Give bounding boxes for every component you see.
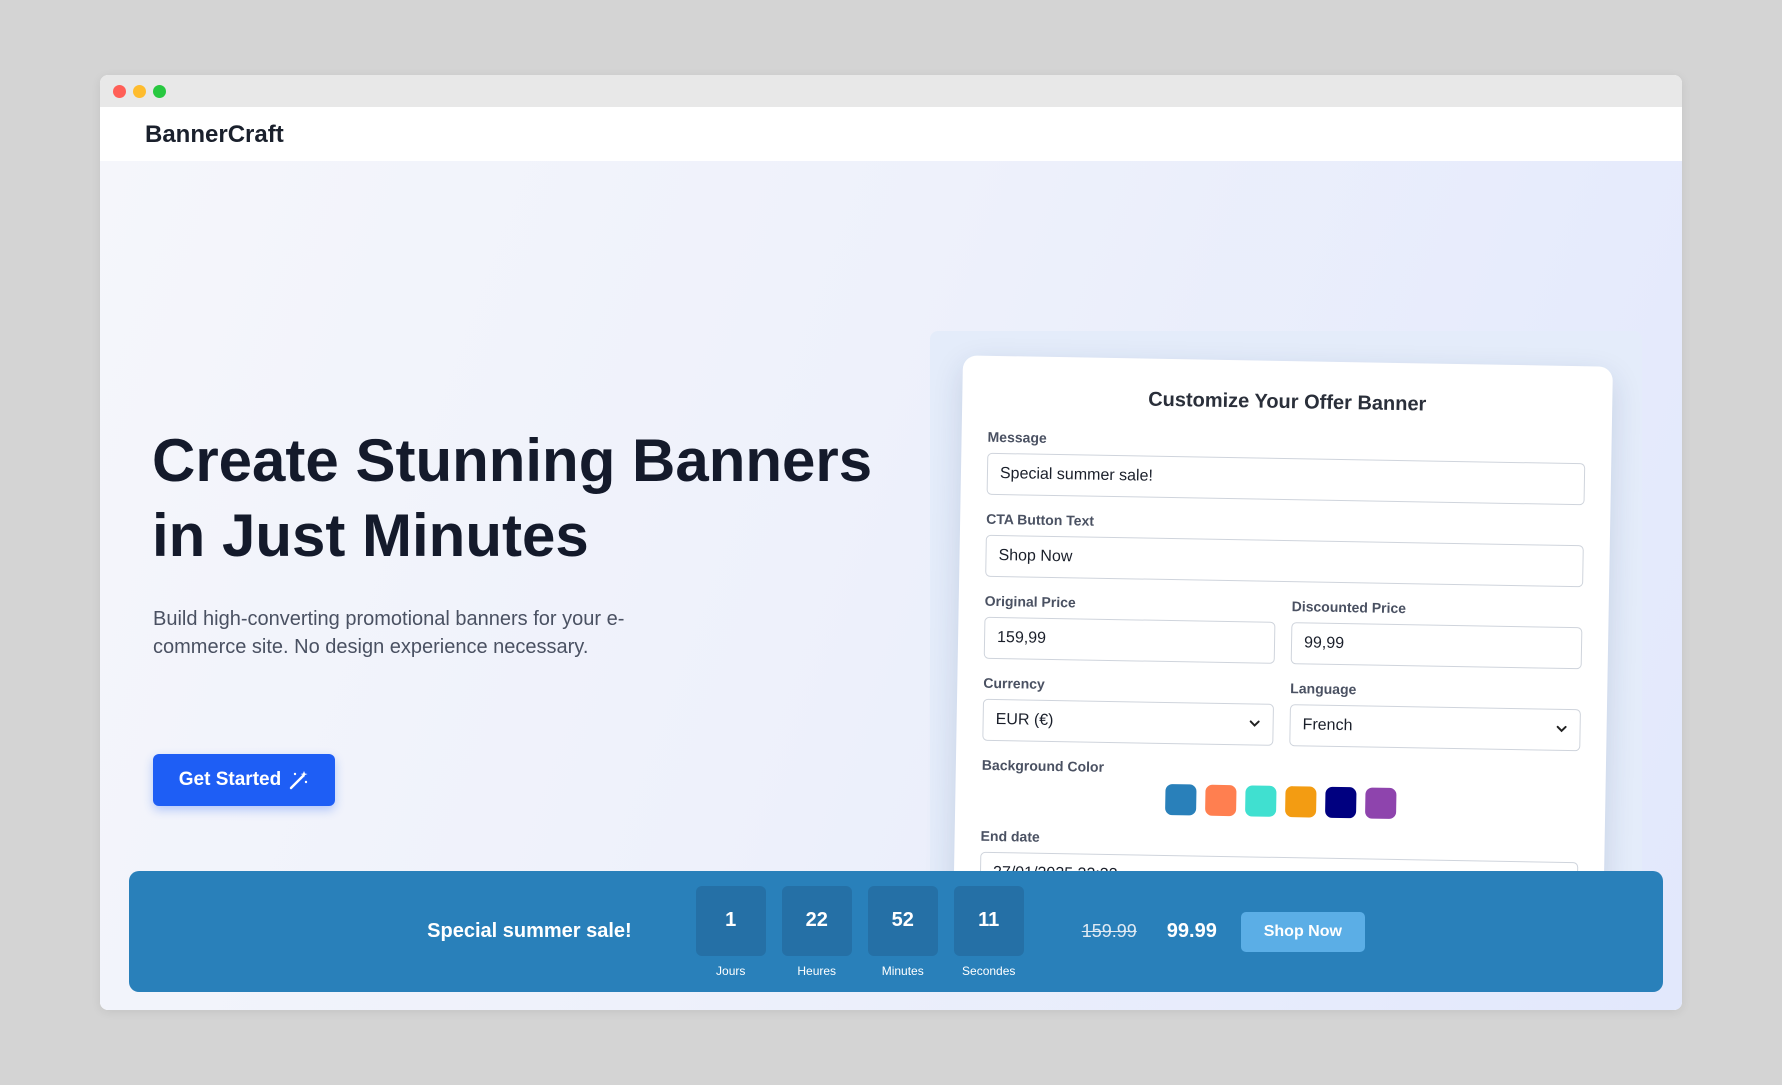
timer-minutes: 52 Minutes (867, 885, 938, 978)
discounted-price-label: Discounted Price (1291, 598, 1407, 617)
message-input[interactable]: Special summer sale! (986, 452, 1586, 506)
banner-message: Special summer sale! (427, 920, 632, 942)
currency-select[interactable]: EUR (€) (982, 698, 1274, 746)
swatch-turquoise[interactable] (1244, 785, 1277, 817)
timer-days-value: 1 (695, 885, 766, 956)
swatch-navy[interactable] (1324, 786, 1357, 819)
timer-days: 1 Jours (695, 885, 766, 978)
hero-title: Create Stunning Banners in Just Minutes (152, 427, 873, 569)
get-started-button[interactable]: Get Started (153, 754, 335, 806)
original-price-strikethrough: 159.99 (1081, 921, 1137, 941)
cta-text-label: CTA Button Text (986, 510, 1095, 529)
language-select[interactable]: French (1289, 704, 1581, 752)
currency-value: EUR (€) (995, 710, 1054, 730)
original-price-value: 159,99 (996, 629, 1047, 647)
swatch-coral[interactable] (1204, 784, 1237, 817)
timer-seconds-label: Secondes (962, 963, 1016, 978)
color-swatches (981, 781, 1579, 822)
original-price-label: Original Price (984, 592, 1076, 611)
brand-logo[interactable]: BannerCraft (145, 121, 284, 149)
discounted-price-value: 99,99 (1303, 634, 1345, 653)
chevron-down-icon (1249, 720, 1260, 727)
timer-seconds: 11 Secondes (953, 885, 1024, 978)
end-date-label: End date (980, 827, 1040, 845)
minimize-window-dot[interactable] (133, 85, 146, 98)
timer-hours: 22 Heures (781, 885, 852, 978)
maximize-window-dot[interactable] (153, 85, 166, 98)
discounted-price-input[interactable]: 99,99 (1290, 622, 1583, 670)
magic-wand-icon (290, 771, 308, 790)
shop-now-button[interactable]: Shop Now (1240, 911, 1365, 952)
form-title: Customize Your Offer Banner (1147, 388, 1427, 416)
browser-window: BannerCraft Create Stunning Banners in J… (100, 75, 1682, 1010)
timer-days-label: Jours (716, 963, 746, 978)
swatch-purple[interactable] (1364, 787, 1397, 819)
customize-form-card: Customize Your Offer Banner Message Spec… (953, 355, 1613, 937)
original-price-input[interactable]: 159,99 (983, 616, 1276, 664)
offer-banner-preview: Special summer sale! 1 Jours 22 Heures 5… (129, 871, 1663, 992)
timer-hours-label: Heures (797, 963, 837, 978)
window-titlebar (100, 75, 1682, 107)
timer-hours-value: 22 (781, 885, 852, 956)
navbar: BannerCraft (100, 107, 1682, 161)
swatch-orange[interactable] (1284, 786, 1317, 818)
language-value: French (1302, 716, 1353, 735)
countdown-timer: 1 Jours 22 Heures 52 Minutes 11 Secondes (695, 885, 1024, 978)
cta-text-value: Shop Now (998, 547, 1073, 566)
hero-subtitle: Build high-converting promotional banner… (153, 608, 625, 658)
timer-minutes-label: Minutes (881, 963, 924, 978)
close-window-dot[interactable] (113, 85, 126, 98)
message-value: Special summer sale! (999, 465, 1154, 485)
swatch-blue[interactable] (1164, 783, 1197, 816)
cta-text-input[interactable]: Shop Now (985, 534, 1584, 588)
timer-minutes-value: 52 (867, 885, 938, 956)
timer-seconds-value: 11 (953, 885, 1024, 956)
message-label: Message (987, 428, 1047, 446)
discounted-price: 99.99 (1166, 920, 1217, 942)
chevron-down-icon (1556, 725, 1567, 733)
get-started-label: Get Started (178, 769, 282, 790)
